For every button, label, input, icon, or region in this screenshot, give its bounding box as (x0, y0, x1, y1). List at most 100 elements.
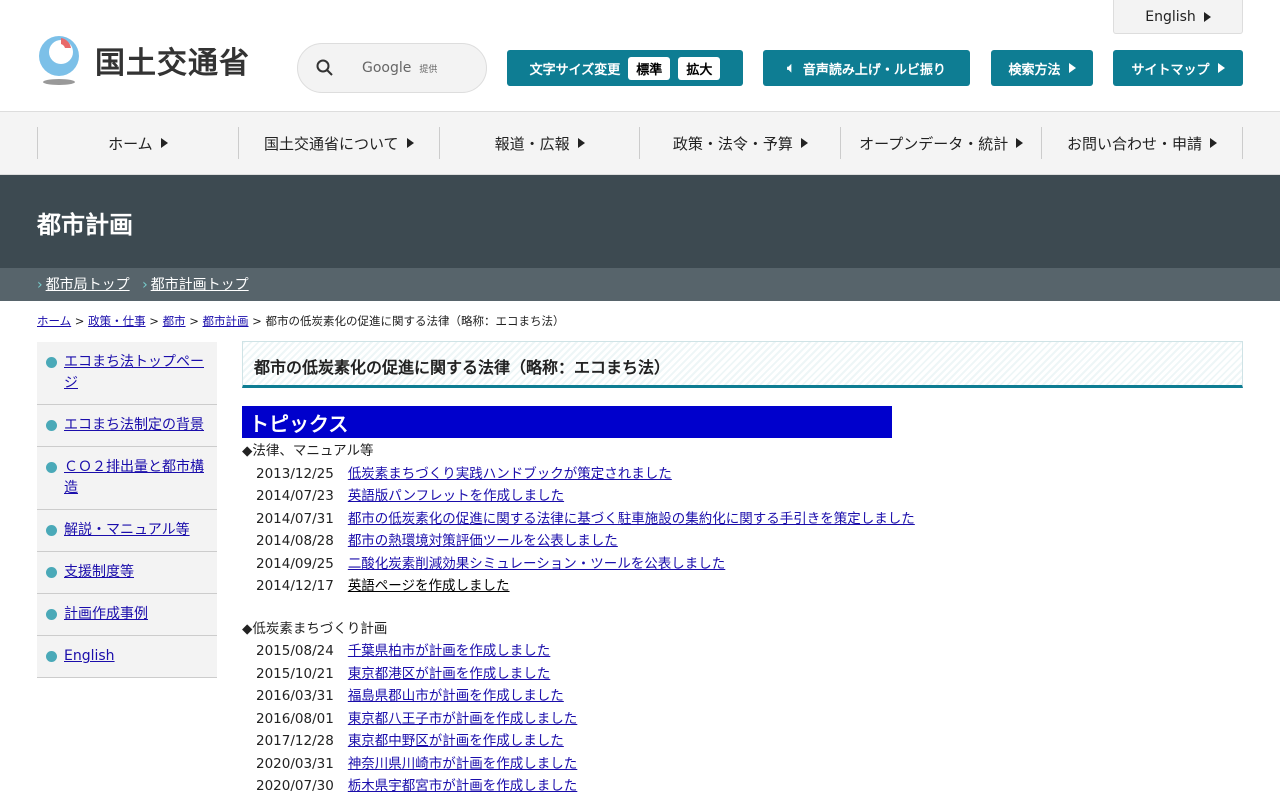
breadcrumb-link[interactable]: 都市計画 (203, 314, 249, 328)
mlit-logo[interactable]: 国土交通省 (37, 34, 250, 86)
breadcrumb-link[interactable]: 政策・仕事 (88, 314, 146, 328)
topic-date: 2013/12/25 (256, 465, 334, 482)
topic-row: 2016/08/01 東京都八王子市が計画を作成しました (242, 708, 1243, 731)
topic-link[interactable]: 東京都中野区が計画を作成しました (348, 730, 564, 753)
topic-link[interactable]: 栃木県宇都宮市が計画を作成しました (348, 775, 578, 798)
sitemap-button[interactable]: サイトマップ (1113, 50, 1243, 86)
search-provided: 提供 (419, 64, 438, 75)
section-title: ◆低炭素まちづくり計画 (242, 620, 388, 637)
sidebar-item[interactable]: English (37, 636, 217, 678)
english-button[interactable]: English (1113, 0, 1243, 34)
sidebar-link[interactable]: 支援制度等 (64, 564, 134, 580)
arrow-right-icon (406, 138, 414, 148)
topic-date: 2014/12/17 (256, 578, 334, 594)
topic-link[interactable]: 英語版パンフレットを作成しました (348, 485, 564, 508)
arrow-right-icon (800, 138, 808, 148)
nav-contact[interactable]: お問い合わせ・申請 (1041, 127, 1243, 159)
page-title: 都市計画 (0, 175, 1280, 268)
sitemap-label: サイトマップ (1131, 62, 1210, 78)
global-nav: ホーム 国土交通省について 報道・広報 政策・法令・予算 オープンデータ・統計 … (0, 112, 1280, 175)
logo-text: 国土交通省 (95, 46, 250, 81)
topic-row: 2014/09/25 二酸化炭素削減効果シミュレーション・ツールを公表しました (242, 553, 1243, 576)
topic-link[interactable]: 二酸化炭素削減効果シミュレーション・ツールを公表しました (348, 553, 725, 576)
topic-date: 2016/03/31 (256, 688, 334, 704)
sidebar-item[interactable]: エコまち法トップページ (37, 342, 217, 405)
topic-link[interactable]: 神奈川県川崎市が計画を作成しました (348, 753, 578, 776)
sub-links: › 都市局トップ › 都市計画トップ (0, 268, 1280, 301)
topic-date: 2014/09/25 (256, 555, 334, 572)
topic-row: 2017/12/28 東京都中野区が計画を作成しました (242, 730, 1243, 753)
arrow-right-icon (1068, 63, 1076, 73)
topic-row: 2014/08/28 都市の熱環境対策評価ツールを公表しました (242, 530, 1243, 553)
main-content: 都市の低炭素化の促進に関する法律（略称：エコまち法） トピックス ◆法律、マニュ… (242, 341, 1243, 798)
search-method-button[interactable]: 検索方法 (991, 50, 1093, 86)
topic-section: ◆法律、マニュアル等 2013/12/25 低炭素まちづくり実践ハンドブックが策定さ… (242, 440, 1243, 598)
nav-about[interactable]: 国土交通省について (237, 127, 439, 159)
nav-opendata[interactable]: オープンデータ・統計 (840, 127, 1041, 159)
nav-label: ホーム (108, 134, 153, 153)
sidebar-item[interactable]: 計画作成事例 (37, 594, 217, 636)
sidebar-link[interactable]: エコまち法トップページ (64, 354, 204, 391)
topic-link[interactable]: 都市の熱環境対策評価ツールを公表しました (348, 530, 618, 553)
sidebar-link[interactable]: English (64, 648, 115, 664)
search-method-label: 検索方法 (1008, 62, 1061, 78)
topic-link[interactable]: 東京都八王子市が計画を作成しました (348, 708, 578, 731)
nav-home[interactable]: ホーム (37, 127, 238, 159)
link-city-bureau-top[interactable]: 都市局トップ (46, 277, 130, 293)
topic-row: 2016/03/31 福島県郡山市が計画を作成しました (242, 685, 1243, 708)
topic-row: 2014/07/23 英語版パンフレットを作成しました (242, 485, 1243, 508)
nav-policy[interactable]: 政策・法令・予算 (639, 127, 840, 159)
sidebar: エコまち法トップページエコまち法制定の背景 ＣＯ２排出量と都市構造解説・マニュアル… (37, 342, 217, 678)
sidebar-item[interactable]: ＣＯ２排出量と都市構造 (37, 447, 217, 510)
sidebar-link[interactable]: エコまち法制定の背景 (64, 417, 204, 433)
sidebar-link[interactable]: 解説・マニュアル等 (64, 522, 190, 538)
arrow-right-icon (1016, 138, 1024, 148)
link-city-planning-top[interactable]: 都市計画トップ (151, 277, 249, 293)
topic-date: 2014/07/23 (256, 488, 334, 504)
topic-link[interactable]: 千葉県柏市が計画を作成しました (348, 640, 551, 663)
breadcrumb: ホーム > 政策・仕事 > 都市 > 都市計画 > 都市の低炭素化の促進に関する… (37, 314, 565, 328)
topic-link[interactable]: 東京都港区が計画を作成しました (348, 663, 551, 686)
sidebar-item[interactable]: エコまち法制定の背景 (37, 405, 217, 447)
sidebar-item[interactable]: 支援制度等 (37, 552, 217, 594)
section-title: ◆法律、マニュアル等 (242, 443, 374, 459)
nav-label: 報道・広報 (494, 134, 570, 153)
nav-label: 国土交通省について (263, 134, 399, 153)
breadcrumb-link[interactable]: ホーム (37, 314, 71, 328)
sidebar-link[interactable]: 計画作成事例 (64, 606, 148, 622)
topic-link[interactable]: 都市の低炭素化の促進に関する法律に基づく駐車施設の集約化に関する手引きを策定しま… (348, 508, 915, 531)
arrow-right-icon (577, 138, 585, 148)
search-icon (316, 59, 333, 76)
topic-link[interactable]: 低炭素まちづくり実践ハンドブックが策定されました (348, 463, 672, 486)
topic-row: 2020/03/31 神奈川県川崎市が計画を作成しました (242, 753, 1243, 776)
content-heading: 都市の低炭素化の促進に関する法律（略称：エコまち法） (242, 341, 1243, 388)
topic-row: 2014/12/17 英語ページを作成しました (242, 575, 1243, 598)
breadcrumb-link[interactable]: 都市 (163, 314, 186, 328)
topic-date: 2014/08/28 (256, 533, 334, 549)
topic-row: 2020/07/30 栃木県宇都宮市が計画を作成しました (242, 775, 1243, 798)
speaker-icon: 🔈︎ (787, 60, 795, 76)
font-standard-button[interactable]: 標準 (628, 56, 671, 80)
nav-press[interactable]: 報道・広報 (438, 127, 640, 159)
topic-date: 2015/08/24 (256, 643, 334, 659)
topic-date: 2014/07/31 (256, 510, 334, 527)
topic-date: 2017/12/28 (256, 733, 334, 749)
topic-link[interactable]: 福島県郡山市が計画を作成しました (348, 685, 564, 708)
sidebar-link[interactable]: ＣＯ２排出量と都市構造 (64, 459, 204, 496)
topic-section: ◆低炭素まちづくり計画 2015/08/24 千葉県柏市が計画を作成しました 2015… (242, 618, 1243, 798)
speech-button[interactable]: 🔈︎ 音声読み上げ・ルビ振り (763, 50, 970, 86)
font-size-control: 文字サイズ変更 標準 拡大 (507, 50, 743, 86)
arrow-right-icon (1217, 63, 1225, 73)
font-size-label: 文字サイズ変更 (529, 62, 621, 78)
site-header: 国土交通省 Google 提供 文字サイズ変更 標準 拡大 🔈︎ 音声読み上げ・… (0, 0, 1280, 112)
font-large-button[interactable]: 拡大 (678, 56, 721, 80)
nav-label: オープンデータ・統計 (859, 134, 1009, 153)
sidebar-item[interactable]: 解説・マニュアル等 (37, 510, 217, 552)
topic-date: 2016/08/01 (256, 710, 334, 727)
google-search-box[interactable]: Google 提供 (297, 43, 487, 93)
topic-link[interactable]: 英語ページを作成しました (348, 575, 510, 598)
topic-date: 2020/03/31 (256, 755, 334, 772)
speech-label: 音声読み上げ・ルビ振り (802, 62, 946, 78)
nav-label: お問い合わせ・申請 (1067, 134, 1203, 153)
breadcrumb-current: 都市の低炭素化の促進に関する法律（略称：エコまち法） (265, 314, 565, 328)
